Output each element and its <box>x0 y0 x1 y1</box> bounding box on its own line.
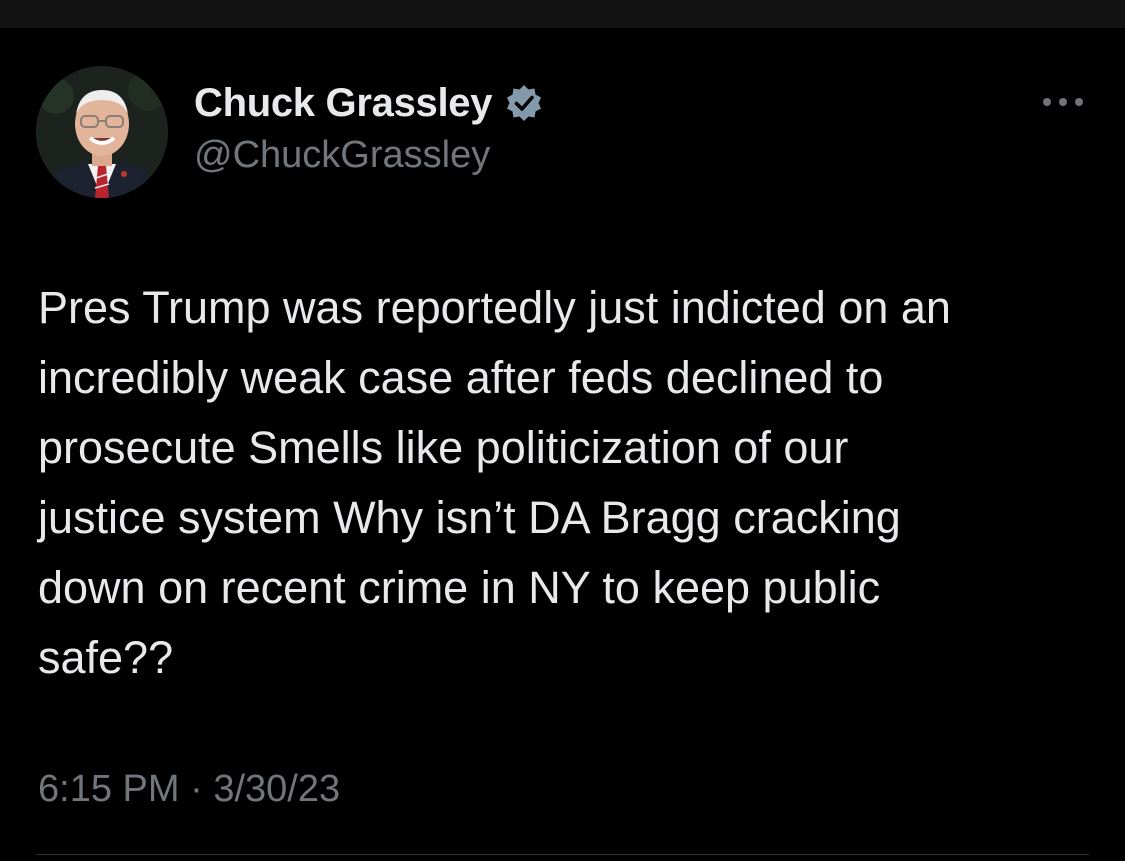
author-name-row: Chuck Grassley <box>194 78 544 128</box>
divider <box>36 854 1089 855</box>
profile-photo-icon <box>36 66 168 198</box>
author-avatar[interactable] <box>36 66 168 198</box>
meta-separator: · <box>190 768 203 810</box>
verified-badge-icon <box>507 85 542 121</box>
more-options-icon <box>1043 98 1083 106</box>
tweet-text-line: prosecute Smells like politicization of … <box>38 422 849 473</box>
tweet-text-line: incredibly weak case after feds declined… <box>38 352 884 403</box>
tweet-timestamp[interactable]: 6:15 PM · 3/30/23 <box>38 768 340 811</box>
tweet-date: 3/30/23 <box>213 768 341 810</box>
tweet-card: Chuck Grassley @ChuckGrassley Pres Trump… <box>0 28 1125 861</box>
tweet-text-line: down on recent crime in NY to keep publi… <box>38 562 881 613</box>
tweet-text-line: justice system Why isn’t DA Bragg cracki… <box>38 492 901 543</box>
author-handle[interactable]: @ChuckGrassley <box>194 134 490 177</box>
status-bar <box>0 0 1125 28</box>
tweet-time: 6:15 PM <box>38 768 180 810</box>
author-display-name[interactable]: Chuck Grassley <box>194 81 492 126</box>
tweet-text-line: Pres Trump was reportedly just indicted … <box>38 282 951 333</box>
tweet-text-line: safe?? <box>38 632 174 683</box>
more-options-button[interactable] <box>1038 88 1088 116</box>
tweet-text: Pres Trump was reportedly just indicted … <box>38 273 1098 693</box>
